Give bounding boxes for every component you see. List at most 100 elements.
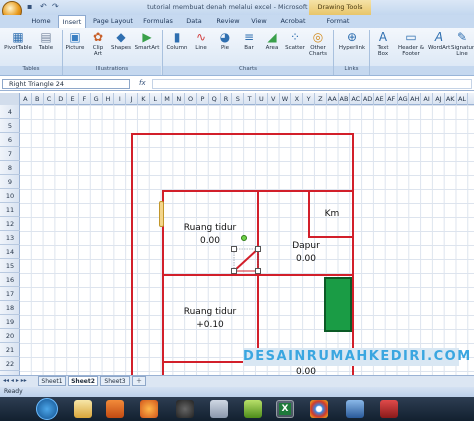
signature-line-button[interactable]: ✎Signature Line <box>451 30 474 64</box>
column-header[interactable]: H <box>103 93 115 105</box>
row-header[interactable]: 22 <box>0 357 20 371</box>
column-header[interactable]: AC <box>350 93 363 105</box>
column-header[interactable]: U <box>256 93 268 105</box>
column-header[interactable]: AI <box>421 93 433 105</box>
firefox-icon[interactable] <box>140 400 158 418</box>
column-header[interactable]: J <box>126 93 138 105</box>
fx-icon[interactable]: fx <box>139 79 146 87</box>
smartart-button[interactable]: ▶ SmartArt <box>134 30 160 64</box>
pie-chart-button[interactable]: ◕ Pie <box>215 30 235 64</box>
app-icon[interactable] <box>244 400 262 418</box>
tab-home[interactable]: Home <box>27 15 55 28</box>
column-header[interactable]: O <box>185 93 197 105</box>
sheet-tab-sheet1[interactable]: Sheet1 <box>38 376 66 386</box>
column-header[interactable]: F <box>79 93 91 105</box>
row-header[interactable]: 16 <box>0 273 20 287</box>
row-header[interactable]: 4 <box>0 105 20 119</box>
column-header[interactable]: I <box>114 93 127 105</box>
column-header[interactable]: E <box>67 93 79 105</box>
clip-art-button[interactable]: ✿ Clip Art <box>88 30 108 64</box>
explorer-icon[interactable] <box>74 400 92 418</box>
tab-data[interactable]: Data <box>180 15 208 28</box>
resize-handle[interactable] <box>231 268 237 274</box>
start-button-icon[interactable] <box>36 398 58 420</box>
pivottable-button[interactable]: ▦ PivotTable <box>3 30 33 64</box>
formula-input[interactable] <box>152 79 472 89</box>
bar-chart-button[interactable]: ≡ Bar <box>239 30 259 64</box>
column-header[interactable]: AD <box>362 93 374 105</box>
column-header[interactable]: X <box>291 93 304 105</box>
column-header[interactable]: S <box>232 93 245 105</box>
column-header[interactable]: Q <box>209 93 221 105</box>
row-header[interactable]: 20 <box>0 329 20 343</box>
column-header[interactable]: AE <box>374 93 386 105</box>
sheet-tab-sheet3[interactable]: Sheet3 <box>100 376 130 386</box>
column-header[interactable]: T <box>244 93 256 105</box>
tab-page-layout[interactable]: Page Layout <box>90 15 136 28</box>
row-header[interactable]: 5 <box>0 119 20 133</box>
column-header[interactable]: AL <box>457 93 469 105</box>
column-header[interactable]: V <box>268 93 280 105</box>
sheet-nav-icon[interactable]: ◂◂ ◂ ▸ ▸▸ <box>3 377 27 384</box>
resize-handle[interactable] <box>231 246 237 252</box>
sheet-tab-sheet2[interactable]: Sheet2 <box>68 376 98 386</box>
row-header[interactable]: 19 <box>0 315 20 329</box>
column-header[interactable]: M <box>162 93 174 105</box>
insert-sheet-icon[interactable]: ＋ <box>132 376 146 386</box>
app-icon[interactable] <box>380 400 398 418</box>
column-header[interactable]: AJ <box>433 93 445 105</box>
row-header[interactable]: 7 <box>0 147 20 161</box>
column-header[interactable]: R <box>221 93 233 105</box>
row-header[interactable]: 15 <box>0 259 20 273</box>
column-header[interactable]: L <box>150 93 162 105</box>
column-header[interactable]: W <box>280 93 292 105</box>
chrome-icon[interactable] <box>310 400 328 418</box>
door-shape[interactable] <box>159 201 164 227</box>
app-icon[interactable] <box>210 400 228 418</box>
other-charts-button[interactable]: ◎ Other Charts <box>307 30 329 64</box>
row-header[interactable]: 12 <box>0 217 20 231</box>
column-header[interactable]: AB <box>339 93 351 105</box>
row-header[interactable]: 14 <box>0 245 20 259</box>
select-all-corner[interactable] <box>0 93 20 105</box>
row-header[interactable]: 13 <box>0 231 20 245</box>
row-header[interactable]: 9 <box>0 175 20 189</box>
row-header[interactable]: 6 <box>0 133 20 147</box>
resize-handle[interactable] <box>255 246 261 252</box>
column-header[interactable]: AH <box>409 93 422 105</box>
column-header[interactable]: AF <box>386 93 398 105</box>
tab-view[interactable]: View <box>246 15 272 28</box>
column-header[interactable]: P <box>197 93 209 105</box>
column-header[interactable]: K <box>138 93 150 105</box>
row-header[interactable]: 11 <box>0 203 20 217</box>
column-header[interactable]: D <box>55 93 68 105</box>
green-rectangle-shape[interactable] <box>324 277 352 332</box>
wordart-button[interactable]: A WordArt <box>428 30 450 64</box>
column-header[interactable]: Z <box>315 93 327 105</box>
column-header[interactable]: N <box>173 93 186 105</box>
column-header[interactable]: A <box>20 93 32 105</box>
excel-icon[interactable]: X <box>276 400 294 418</box>
area-chart-button[interactable]: ◢ Area <box>262 30 282 64</box>
column-header[interactable]: AA <box>327 93 339 105</box>
tab-format[interactable]: Format <box>322 15 354 28</box>
resize-handle[interactable] <box>255 268 261 274</box>
row-header[interactable]: 8 <box>0 161 20 175</box>
picture-button[interactable]: ▣ Picture <box>64 30 86 64</box>
tab-review[interactable]: Review <box>212 15 244 28</box>
scatter-chart-button[interactable]: ⁘ Scatter <box>284 30 306 64</box>
column-header[interactable]: G <box>91 93 103 105</box>
row-header[interactable]: 10 <box>0 189 20 203</box>
row-header[interactable]: 17 <box>0 287 20 301</box>
tab-insert[interactable]: Insert <box>58 15 86 28</box>
tab-formulas[interactable]: Formulas <box>140 15 176 28</box>
row-header[interactable]: 18 <box>0 301 20 315</box>
column-header[interactable]: AG <box>398 93 410 105</box>
table-button[interactable]: ▤ Table <box>35 30 57 64</box>
line-chart-button[interactable]: ∿ Line <box>191 30 211 64</box>
column-chart-button[interactable]: ▮ Column <box>165 30 189 64</box>
name-box[interactable]: Right Triangle 24 <box>2 79 130 89</box>
hyperlink-button[interactable]: ⊕ Hyperlink <box>337 30 367 64</box>
column-header[interactable]: B <box>32 93 44 105</box>
app-icon[interactable] <box>176 400 194 418</box>
